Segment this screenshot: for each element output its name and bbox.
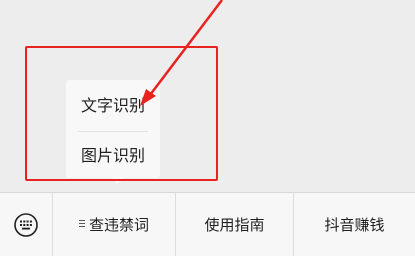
- bottom-menu-bar: 查违禁词 使用指南 抖音赚钱: [0, 192, 415, 256]
- menu-item-text-recognition[interactable]: 文字识别: [66, 82, 160, 130]
- menu-button-check-banned-words[interactable]: 查违禁词: [52, 193, 175, 256]
- menu-button-label: 使用指南: [204, 216, 265, 234]
- list-icon: [78, 219, 85, 228]
- popup-caret: [111, 178, 123, 184]
- menu-button-user-guide[interactable]: 使用指南: [175, 193, 293, 256]
- menu-button-label: 抖音赚钱: [324, 216, 385, 234]
- submenu-popup: 文字识别 图片识别: [66, 80, 160, 178]
- menu-item-image-recognition[interactable]: 图片识别: [66, 132, 160, 180]
- chat-screen: 文字识别 图片识别 查违禁词 使用指南 抖音赚钱: [0, 0, 415, 256]
- keyboard-icon: [14, 212, 38, 237]
- menu-button-label: 查违禁词: [88, 216, 149, 234]
- menu-button-douyin-earn[interactable]: 抖音赚钱: [293, 193, 415, 256]
- keyboard-toggle-button[interactable]: [0, 193, 52, 256]
